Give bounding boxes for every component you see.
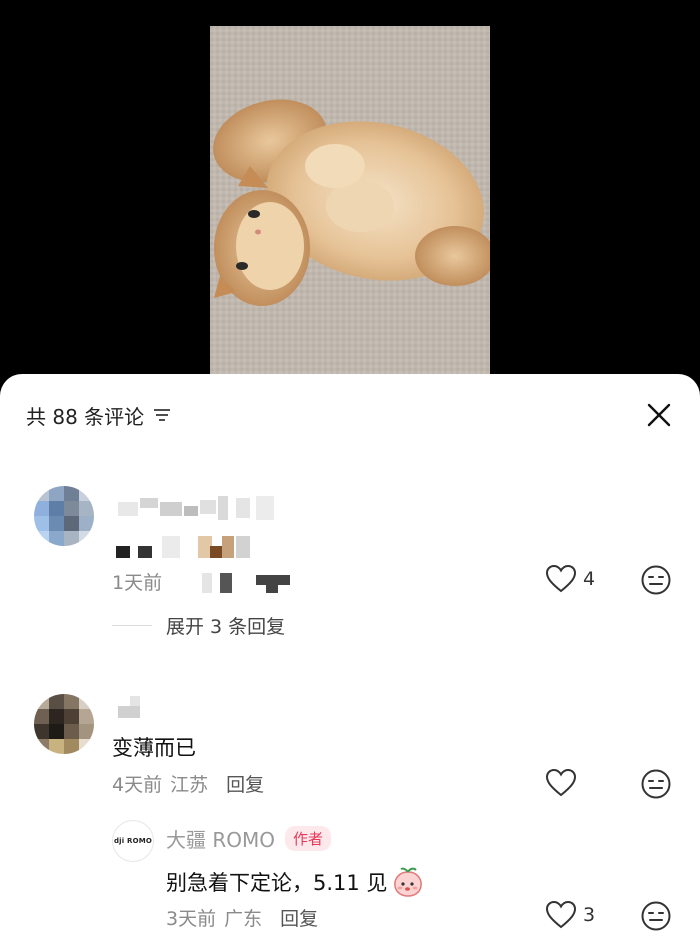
comment-time: 4天前	[112, 774, 163, 796]
reply-text: 别急着下定论，5.11 见	[166, 871, 388, 895]
avatar[interactable]	[34, 486, 94, 546]
comment-text-redacted	[112, 532, 272, 560]
reply-author-name[interactable]: 大疆 ROMO	[166, 824, 275, 853]
reply-button[interactable]: 回复	[226, 770, 264, 797]
expand-divider	[112, 625, 152, 626]
location-redacted	[170, 571, 291, 593]
expand-replies-button[interactable]: 展开 3 条回复	[112, 612, 285, 639]
author-badge: 作者	[285, 826, 332, 851]
like-count: 4	[583, 568, 596, 590]
heart-icon	[545, 564, 577, 593]
like-button[interactable]: 4	[545, 564, 595, 594]
author-avatar[interactable]: dji ROMO	[112, 820, 154, 862]
comment-time: 1天前	[112, 572, 163, 594]
like-button[interactable]	[545, 768, 583, 798]
comment-sheet: 共 88 条评论 1天前 4 展开 3 条回复 变薄而已 4天前 江苏 回复 d…	[0, 374, 700, 942]
reply-author-row: 大疆 ROMO 作者	[166, 824, 332, 853]
peach-sticker-icon	[394, 867, 423, 897]
username-redacted[interactable]	[118, 696, 142, 718]
reply-text-row: 别急着下定论，5.11 见	[166, 866, 425, 898]
reply-location: 广东	[224, 908, 263, 930]
emoji-reaction-icon[interactable]	[640, 900, 672, 932]
comment-count-title: 共 88 条评论	[26, 404, 145, 429]
sort-lines-icon[interactable]	[152, 405, 172, 425]
app-screen: 共 88 条评论 1天前 4 展开 3 条回复 变薄而已 4天前 江苏 回复 d…	[0, 0, 700, 942]
comment-text: 变薄而已	[112, 736, 196, 760]
comment-count-header[interactable]: 共 88 条评论	[26, 400, 172, 430]
close-icon[interactable]	[644, 400, 674, 430]
reply-meta: 3天前 广东 回复	[166, 904, 318, 931]
cat-photo	[210, 26, 490, 382]
like-count: 3	[583, 904, 596, 926]
comment-meta: 1天前	[112, 568, 291, 595]
emoji-reaction-icon[interactable]	[640, 768, 672, 800]
avatar[interactable]	[34, 694, 94, 754]
post-media-image[interactable]	[210, 26, 490, 382]
comment-meta: 4天前 江苏 回复	[112, 770, 264, 797]
comment-location: 江苏	[170, 774, 209, 796]
emoji-reaction-icon[interactable]	[640, 564, 672, 596]
reply-time: 3天前	[166, 908, 217, 930]
heart-icon	[545, 768, 577, 797]
reply-button[interactable]: 回复	[280, 904, 318, 931]
heart-icon	[545, 900, 577, 929]
like-button[interactable]: 3	[545, 900, 595, 930]
username-redacted[interactable]	[118, 494, 288, 524]
expand-replies-label: 展开 3 条回复	[166, 616, 286, 638]
